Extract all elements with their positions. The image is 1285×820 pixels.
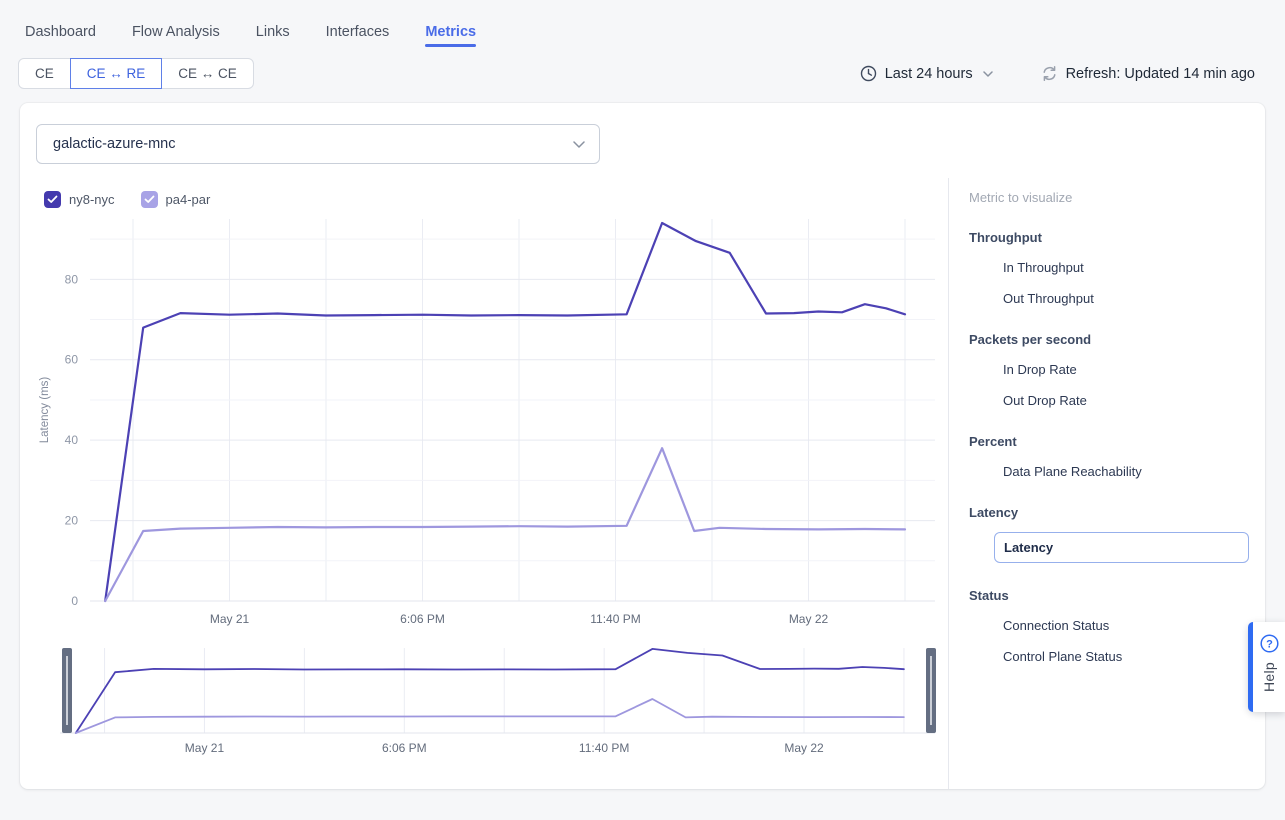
nav-tab-links[interactable]: Links — [256, 24, 290, 50]
metric-group-percent: Percent — [969, 434, 1249, 449]
metric-option-data-plane-reachability[interactable]: Data Plane Reachability — [969, 463, 1249, 480]
toggle-ce-re[interactable]: CE ↔ RE — [70, 58, 163, 89]
nav-tab-flow-analysis[interactable]: Flow Analysis — [132, 24, 220, 50]
series-line-ny8-nyc — [76, 649, 904, 733]
x-tick-label: 6:06 PM — [400, 612, 445, 626]
x-tick-label: 11:40 PM — [590, 612, 640, 626]
clock-icon — [860, 65, 877, 82]
nav-tab-dashboard[interactable]: Dashboard — [25, 24, 96, 50]
chart-area: ny8-nyc pa4-par 0 20 40 60 80 May 21 6:06 PM 11:… — [20, 178, 948, 789]
help-button[interactable]: ? Help — [1248, 622, 1285, 712]
y-tick-label: 20 — [65, 514, 79, 528]
refresh-icon — [1041, 65, 1058, 82]
x-tick-label: May 22 — [784, 741, 824, 755]
metric-option-connection-status[interactable]: Connection Status — [969, 617, 1249, 634]
y-axis-title: Latency (ms) — [39, 377, 51, 444]
legend-checkbox-ny8-nyc[interactable]: ny8-nyc — [44, 191, 115, 208]
device-select[interactable]: galactic-azure-mnc — [36, 124, 600, 164]
latency-line-chart: 0 20 40 60 80 May 21 6:06 PM 11:40 PM May 22 Late… — [36, 213, 948, 627]
controls-row: CECE ↔ RECE ↔ CE Last 24 hours Refresh: … — [0, 50, 1285, 89]
x-tick-label: 11:40 PM — [579, 741, 629, 755]
chart-brush[interactable]: May 21 6:06 PM 11:40 PM May 22 — [36, 638, 948, 756]
y-tick-label: 0 — [71, 594, 78, 608]
metric-group-packets-per-second: Packets per second — [969, 332, 1249, 347]
nav-tab-interfaces[interactable]: Interfaces — [326, 24, 390, 50]
legend-checkbox-pa4-par[interactable]: pa4-par — [141, 191, 211, 208]
x-tick-label: May 22 — [789, 612, 829, 626]
question-mark-icon: ? — [1260, 634, 1279, 653]
help-label: Help — [1261, 662, 1277, 692]
metric-group-latency: Latency — [969, 505, 1249, 520]
metric-option-out-drop-rate[interactable]: Out Drop Rate — [969, 392, 1249, 409]
top-nav: Dashboard Flow Analysis Links Interfaces Met… — [0, 0, 1285, 50]
checkbox-checked-icon — [44, 191, 61, 208]
help-accent-stripe — [1248, 622, 1253, 712]
legend-label: pa4-par — [166, 192, 211, 207]
metric-panel-title: Metric to visualize — [969, 190, 1249, 205]
toggle-ce[interactable]: CE — [18, 58, 71, 89]
checkbox-checked-icon — [141, 191, 158, 208]
view-toggle-group: CECE ↔ RECE ↔ CE — [18, 58, 254, 89]
chevron-down-icon — [983, 71, 993, 77]
metric-option-in-drop-rate[interactable]: In Drop Rate — [969, 361, 1249, 378]
time-range-dropdown[interactable]: Last 24 hours — [860, 65, 993, 82]
toggle-ce-ce[interactable]: CE ↔ CE — [161, 58, 254, 89]
y-tick-label: 80 — [65, 272, 79, 286]
refresh-button[interactable]: Refresh: Updated 14 min ago — [1041, 65, 1255, 82]
chevron-down-icon — [573, 141, 585, 148]
x-tick-label: 6:06 PM — [382, 741, 427, 755]
y-tick-label: 40 — [65, 433, 79, 447]
y-tick-label: 60 — [65, 353, 79, 367]
series-line-pa4-par — [76, 699, 904, 733]
metric-option-latency-selected[interactable]: Latency — [994, 532, 1249, 563]
device-select-value: galactic-azure-mnc — [53, 136, 176, 152]
metric-option-control-plane-status[interactable]: Control Plane Status — [969, 648, 1249, 665]
x-tick-label: May 21 — [185, 741, 225, 755]
metric-option-in-throughput[interactable]: In Throughput — [969, 259, 1249, 276]
series-legend: ny8-nyc pa4-par — [44, 191, 948, 208]
time-range-label: Last 24 hours — [885, 66, 973, 82]
metric-group-throughput: Throughput — [969, 230, 1249, 245]
series-line-pa4-par — [105, 448, 905, 601]
refresh-label: Refresh: Updated 14 min ago — [1066, 66, 1255, 82]
x-tick-label: May 21 — [210, 612, 250, 626]
metric-option-out-throughput[interactable]: Out Throughput — [969, 290, 1249, 307]
legend-label: ny8-nyc — [69, 192, 115, 207]
metric-group-status: Status — [969, 588, 1249, 603]
metrics-card: galactic-azure-mnc ny8-nyc pa4-par 0 20 40 6… — [20, 103, 1265, 789]
metric-panel: Metric to visualize Throughput In Through… — [948, 178, 1265, 789]
nav-tab-metrics[interactable]: Metrics — [425, 24, 476, 50]
svg-text:?: ? — [1266, 638, 1273, 650]
